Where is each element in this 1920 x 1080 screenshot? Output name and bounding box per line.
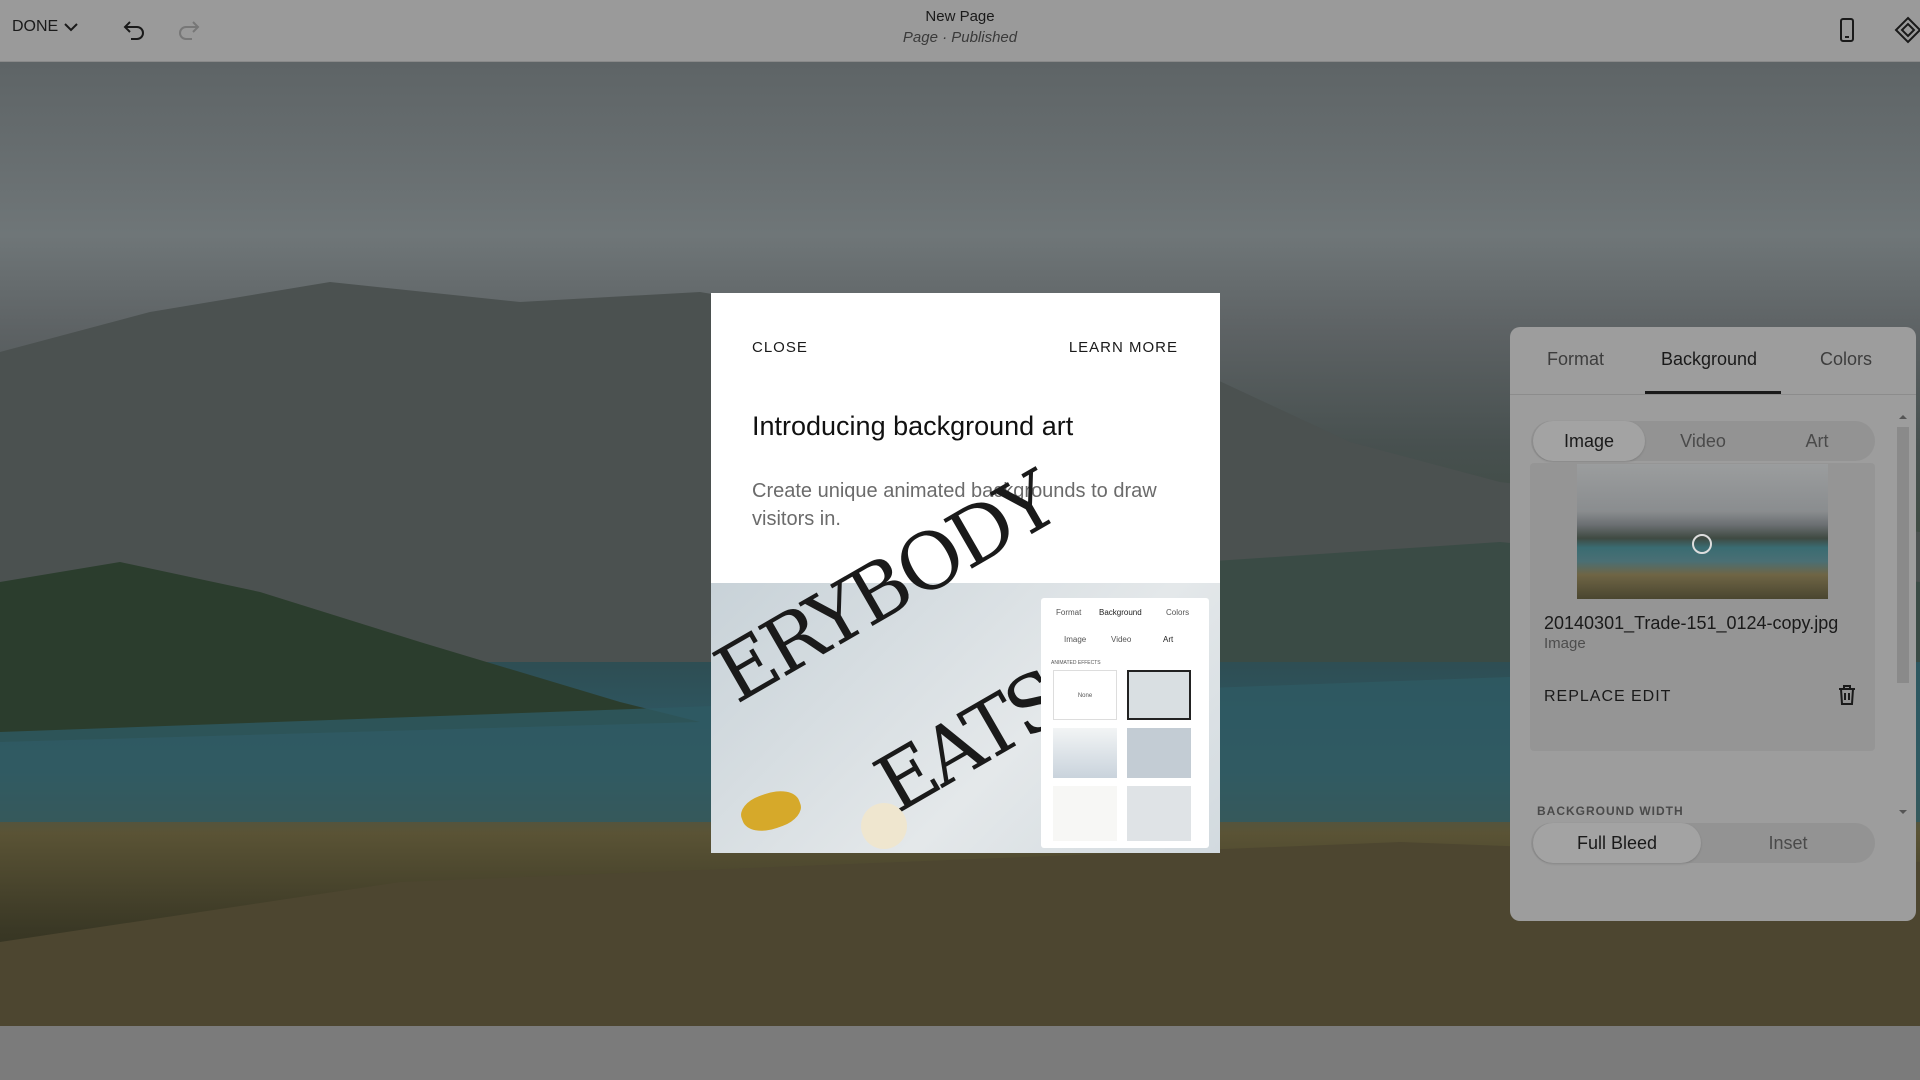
- preview-tile: [1127, 670, 1191, 720]
- background-width-selector: Full Bleed Inset: [1531, 823, 1875, 863]
- site-styles-button[interactable]: [1892, 14, 1920, 46]
- trash-icon[interactable]: [1838, 685, 1856, 705]
- source-option-art[interactable]: Art: [1761, 421, 1873, 461]
- width-option-full-bleed[interactable]: Full Bleed: [1533, 823, 1701, 863]
- mobile-preview-button[interactable]: [1831, 14, 1863, 46]
- preview-tab: Format: [1056, 608, 1082, 617]
- file-type: Image: [1544, 635, 1586, 652]
- scroll-down-icon[interactable]: [1894, 807, 1912, 817]
- source-option-image[interactable]: Image: [1533, 421, 1645, 461]
- background-source-selector: Image Video Art: [1531, 421, 1875, 461]
- panel-scrollbar[interactable]: [1894, 409, 1912, 819]
- preview-seg: Image: [1064, 635, 1087, 644]
- replace-button[interactable]: REPLACE: [1544, 688, 1626, 706]
- close-button[interactable]: CLOSE: [752, 339, 808, 356]
- bottom-bar: [0, 1026, 1920, 1080]
- panel-tabs: Format Background Colors: [1510, 327, 1916, 395]
- background-width-label: BACKGROUND WIDTH: [1537, 804, 1684, 818]
- modal-heading: Introducing background art: [752, 411, 1074, 441]
- background-art-announcement-modal: CLOSE LEARN MORE Introducing background …: [711, 293, 1220, 853]
- active-tab-indicator: [1645, 391, 1781, 394]
- file-name: 20140301_Trade-151_0124-copy.jpg: [1544, 613, 1839, 633]
- scroll-up-icon[interactable]: [1894, 412, 1912, 422]
- preview-none-tile: None: [1053, 670, 1117, 720]
- preview-panel: Format Background Colors Image Video Art…: [1041, 598, 1209, 848]
- preview-tab: Background: [1099, 608, 1142, 617]
- tab-background[interactable]: Background: [1661, 349, 1757, 370]
- source-option-video[interactable]: Video: [1647, 421, 1759, 461]
- style-icon: [1894, 16, 1920, 44]
- background-image-card: 20140301_Trade-151_0124-copy.jpg Image R…: [1530, 463, 1875, 751]
- mobile-preview-icon: [1840, 18, 1854, 42]
- width-option-inset[interactable]: Inset: [1703, 823, 1873, 863]
- preview-food: [736, 783, 806, 839]
- focal-point-handle[interactable]: [1692, 534, 1712, 554]
- preview-tab: Colors: [1166, 608, 1190, 617]
- preview-tile: [1053, 786, 1117, 841]
- preview-tile: [1127, 728, 1191, 778]
- section-settings-panel: Format Background Colors Image Video Art…: [1510, 327, 1916, 921]
- scrollbar-thumb[interactable]: [1897, 427, 1909, 683]
- tab-colors[interactable]: Colors: [1820, 349, 1872, 370]
- editor-toolbar: DONE New Page Page · Published: [0, 0, 1920, 62]
- preview-tile: [1127, 786, 1191, 841]
- preview-seg: Art: [1163, 635, 1174, 644]
- page-title: New Page: [925, 8, 995, 25]
- feature-preview-image: ERYBODY EATS Format Background Colors Im…: [711, 456, 1220, 853]
- edit-button[interactable]: EDIT: [1631, 688, 1671, 706]
- preview-seg: Video: [1111, 635, 1132, 644]
- preview-bun: [861, 803, 907, 849]
- learn-more-link[interactable]: LEARN MORE: [1069, 339, 1178, 356]
- tab-format[interactable]: Format: [1547, 349, 1604, 370]
- preview-tile: [1053, 728, 1117, 778]
- page-status: Page · Published: [902, 29, 1018, 46]
- background-image-thumbnail[interactable]: [1577, 464, 1828, 599]
- preview-label: ANIMATED EFFECTS: [1051, 660, 1101, 666]
